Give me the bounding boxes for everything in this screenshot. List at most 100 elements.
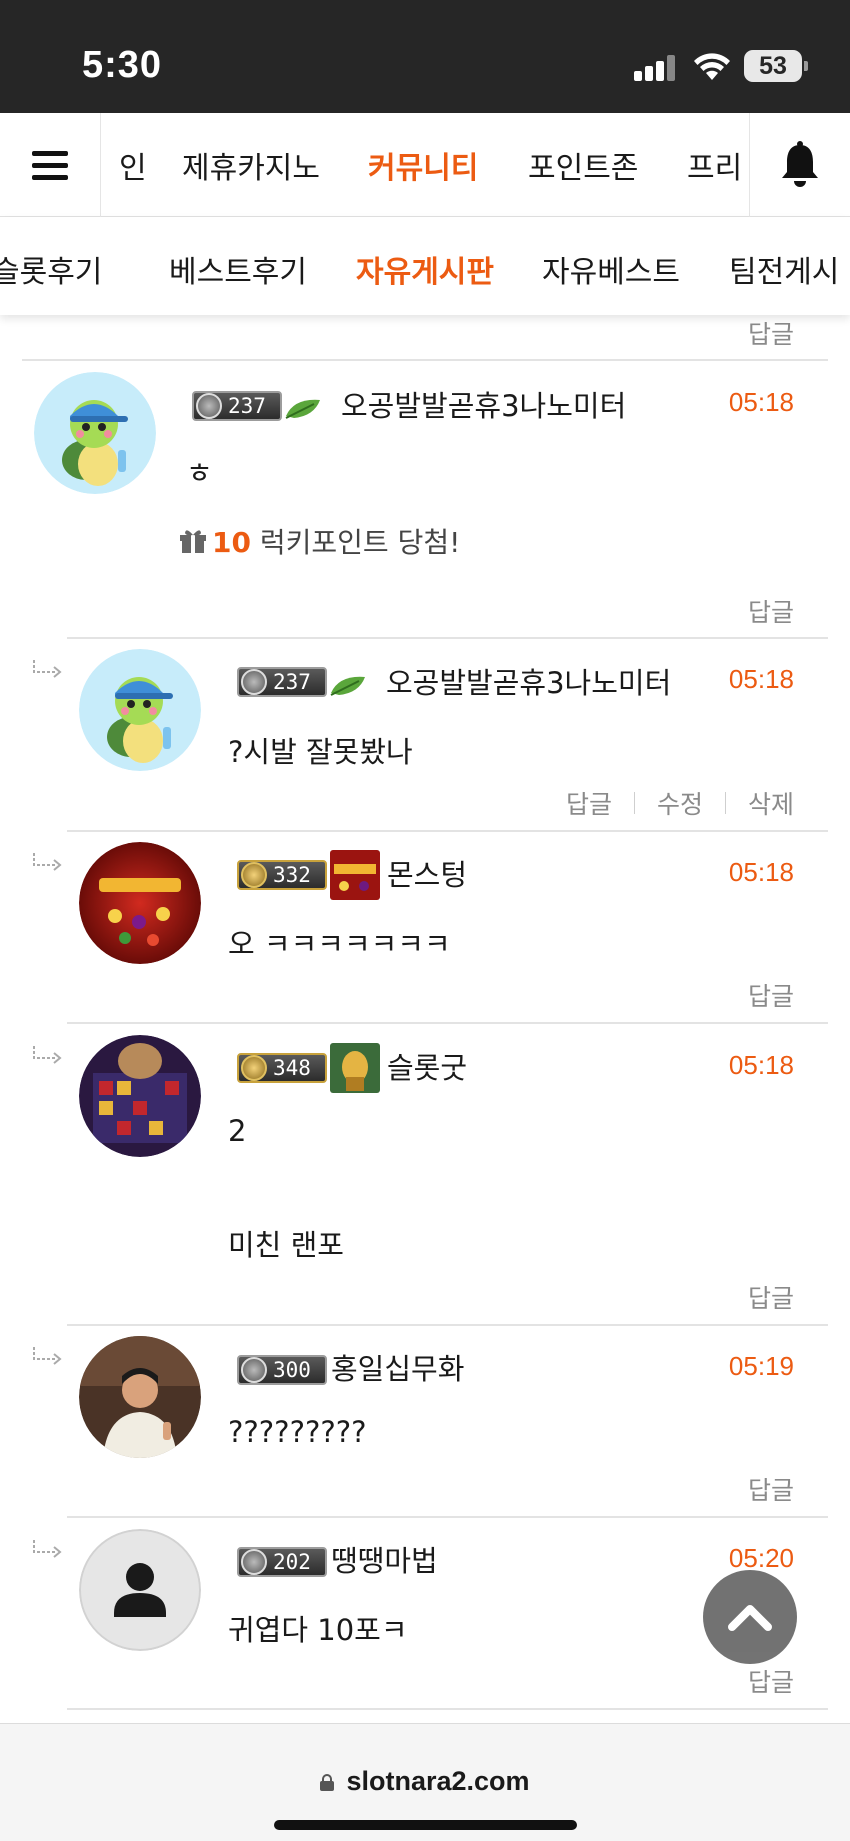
avatar[interactable] (34, 372, 156, 494)
nav-tab-community[interactable]: 커뮤니티 (368, 143, 478, 187)
level-number: 348 (273, 1056, 311, 1080)
level-badge: 237 (237, 667, 327, 697)
username[interactable]: 땡땡마법 (331, 1538, 438, 1580)
reply-button[interactable]: 답글 (748, 977, 794, 1013)
divider (724, 792, 726, 814)
main-nav: 인 제휴카지노 커뮤니티 포인트존 프리 (0, 113, 850, 217)
username[interactable]: 오공발발곧휴3나노미터 (341, 383, 626, 425)
comment-actions: 답글 수정 삭제 (566, 785, 794, 821)
reply-button[interactable]: 답글 (748, 315, 794, 351)
home-indicator[interactable] (274, 1820, 577, 1830)
gift-icon (180, 530, 206, 553)
sub-nav: 슬롯후기 베스트후기 자유게시판 자유베스트 팀전게시 (0, 217, 850, 315)
lucky-point-notice: 10 럭키포인트 당첨! (180, 521, 460, 561)
divider (67, 1022, 828, 1024)
level-number: 237 (273, 670, 311, 694)
browser-address-bar[interactable]: slotnara2.com (0, 1723, 850, 1841)
rank-emblem-icon (241, 1357, 267, 1383)
bell-icon (782, 141, 818, 187)
reply-button[interactable]: 답글 (748, 593, 794, 629)
sub-tab-team-board[interactable]: 팀전게시 (729, 247, 839, 291)
comment-time: 05:20 (728, 1543, 794, 1573)
battery-icon: 53 (744, 50, 808, 82)
comment-time: 05:19 (728, 1351, 794, 1381)
comment-time: 05:18 (728, 664, 794, 694)
rank-emblem-icon (241, 1055, 267, 1081)
comment-time: 05:18 (728, 387, 794, 417)
delete-button[interactable]: 삭제 (748, 785, 794, 821)
wifi-icon (694, 53, 730, 80)
edit-button[interactable]: 수정 (657, 785, 703, 821)
comment-time: 05:18 (728, 857, 794, 887)
level-badge: 332 (237, 860, 327, 890)
reply-arrow-icon (33, 1046, 62, 1064)
user-icon-image (330, 1043, 380, 1093)
user-icon-image (330, 850, 380, 900)
comment-text-line: 미친 랜포 (228, 1228, 344, 1262)
status-time: 5:30 (82, 44, 163, 86)
status-bar: 5:30 53 (0, 0, 850, 113)
nav-tab-partial-left[interactable]: 인 (119, 143, 147, 187)
lock-icon (320, 1774, 335, 1791)
scroll-to-top-button[interactable] (703, 1570, 797, 1664)
menu-icon[interactable] (0, 113, 101, 217)
reply-button[interactable]: 답글 (748, 1279, 794, 1315)
reply-button[interactable]: 답글 (566, 785, 612, 821)
username[interactable]: 홍일십무화 (331, 1346, 464, 1388)
sub-tab-slot-review[interactable]: 슬롯후기 (0, 247, 102, 291)
level-badge: 348 (237, 1053, 327, 1083)
sub-tab-best-review[interactable]: 베스트후기 (169, 247, 307, 291)
sub-tab-free-best[interactable]: 자유베스트 (542, 247, 680, 291)
reply-arrow-icon (33, 1347, 62, 1365)
avatar[interactable] (79, 649, 201, 771)
cellular-signal-icon (634, 55, 675, 81)
avatar[interactable] (79, 1336, 201, 1458)
sub-tab-free-board[interactable]: 자유게시판 (356, 247, 494, 291)
level-badge: 237 (192, 391, 282, 421)
divider (67, 637, 828, 639)
divider (22, 359, 828, 361)
nav-tab-free[interactable]: 프리 (687, 143, 742, 187)
nav-tab-point-zone[interactable]: 포인트존 (528, 143, 638, 187)
comment-text: ?시발 잘못봤나 (228, 735, 413, 769)
url-display[interactable]: slotnara2.com (0, 1766, 850, 1797)
level-number: 202 (273, 1550, 311, 1574)
comment-text: ????????? (228, 1415, 367, 1449)
chevron-up-icon (728, 1605, 772, 1631)
level-number: 237 (228, 394, 266, 418)
leaf-icon (285, 399, 320, 419)
divider (67, 1708, 828, 1710)
leaf-icon (330, 676, 365, 696)
main-nav-tabs: 인 제휴카지노 커뮤니티 포인트존 프리 (101, 113, 749, 217)
rank-emblem-icon (241, 862, 267, 888)
comment-text: 오 ㅋㅋㅋㅋㅋㅋㅋ (228, 927, 451, 961)
reply-arrow-icon (33, 660, 62, 678)
notification-button[interactable] (749, 113, 850, 217)
avatar[interactable] (79, 1035, 201, 1157)
reply-button[interactable]: 답글 (748, 1471, 794, 1507)
divider (67, 830, 828, 832)
comment-time: 05:18 (728, 1050, 794, 1080)
comment-list: 답글 237 오공발발곧휴3나노미터 05:18 ㅎ 10 럭키포인트 당첨! … (0, 315, 850, 1723)
username[interactable]: 몬스텅 (387, 852, 467, 894)
level-badge: 300 (237, 1355, 327, 1385)
comment-text: ㅎ (186, 456, 213, 490)
rank-emblem-icon (196, 393, 222, 419)
rank-emblem-icon (241, 669, 267, 695)
reply-arrow-icon (33, 1540, 62, 1558)
divider (67, 1516, 828, 1518)
rank-emblem-icon (241, 1549, 267, 1575)
comment-text-line: 2 (228, 1114, 247, 1148)
username[interactable]: 오공발발곧휴3나노미터 (386, 660, 671, 702)
divider (67, 1324, 828, 1326)
default-avatar-icon[interactable] (79, 1529, 201, 1651)
lucky-point-text: 럭키포인트 당첨! (259, 526, 461, 559)
level-badge: 202 (237, 1547, 327, 1577)
level-number: 332 (273, 863, 311, 887)
avatar[interactable] (79, 842, 201, 964)
reply-arrow-icon (33, 853, 62, 871)
level-number: 300 (273, 1358, 311, 1382)
username[interactable]: 슬롯굿 (387, 1045, 467, 1087)
reply-button[interactable]: 답글 (748, 1663, 794, 1699)
nav-tab-partner-casino[interactable]: 제휴카지노 (182, 143, 320, 187)
